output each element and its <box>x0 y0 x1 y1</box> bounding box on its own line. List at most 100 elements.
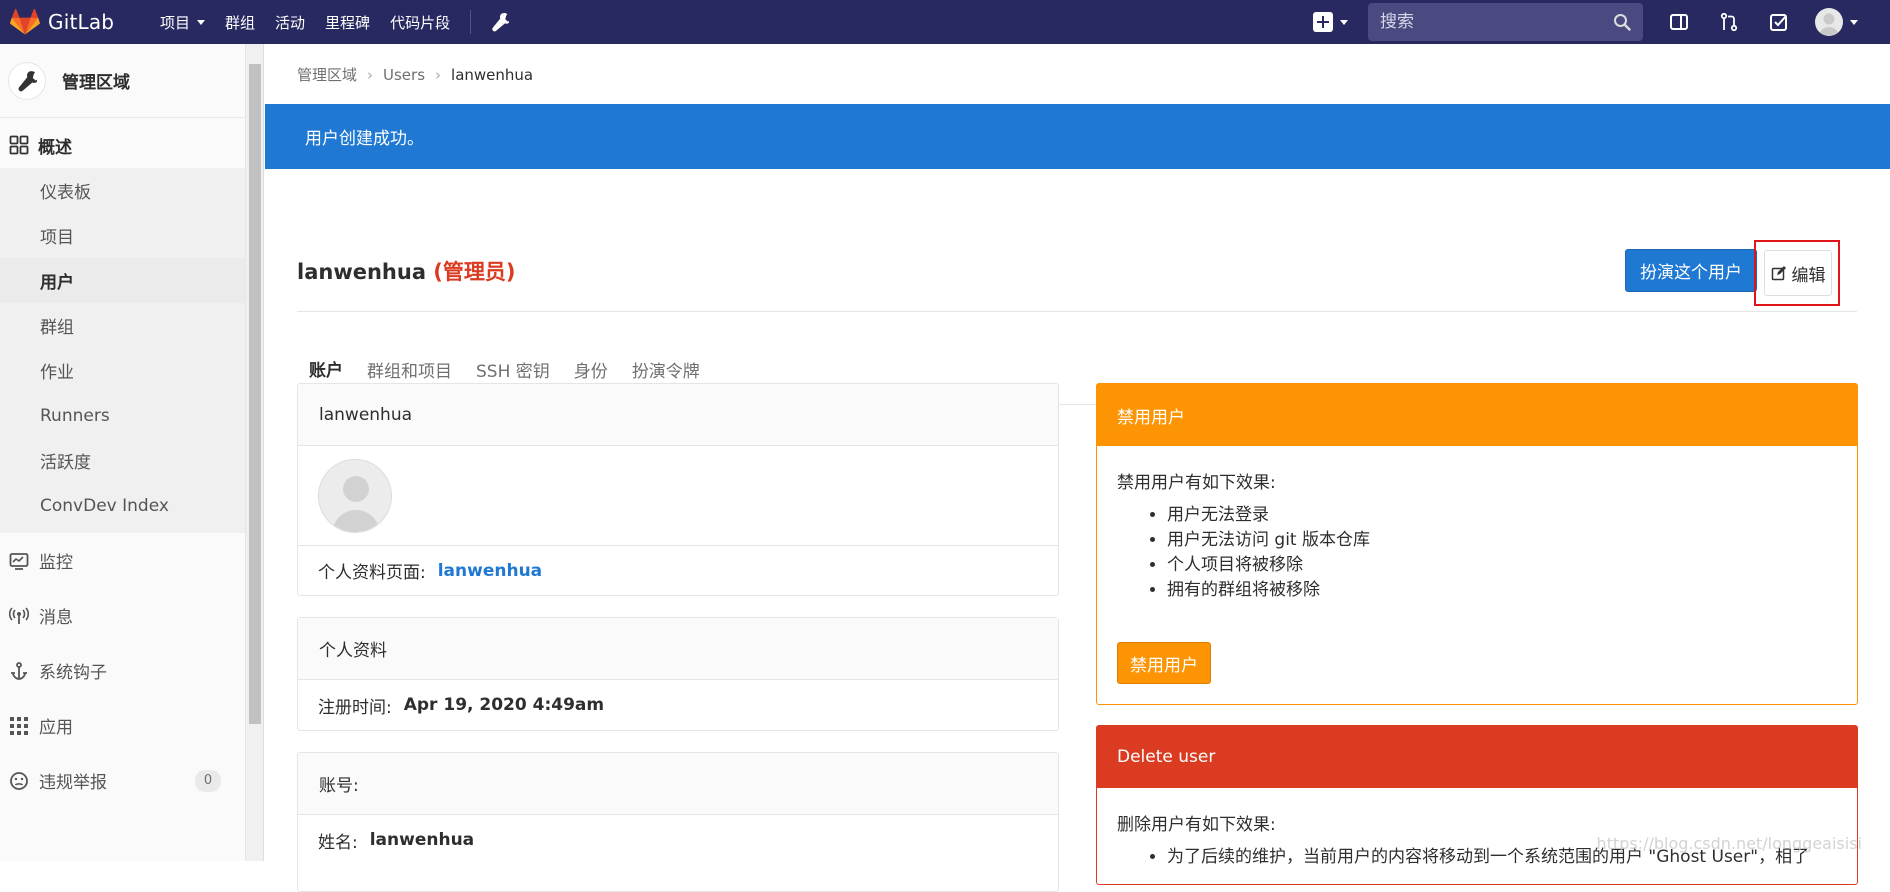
admin-area-link[interactable] <box>481 0 519 44</box>
registered-label: 注册时间: <box>318 697 392 718</box>
admin-role-tag: (管理员) <box>433 260 516 284</box>
profile-page-row: 个人资料页面: lanwenhua <box>298 546 1058 595</box>
page-title: lanwenhua (管理员) <box>297 256 516 286</box>
sidebar-item-messages[interactable]: 消息 <box>0 588 245 643</box>
sidebar-item-monitoring[interactable]: 监控 <box>0 533 245 588</box>
sidebar-sub-activity[interactable]: 活跃度 <box>0 438 245 483</box>
sidebar-header[interactable]: 管理区域 <box>0 44 245 118</box>
full-name-value: lanwenhua <box>369 830 475 850</box>
delete-user-panel-title: Delete user <box>1097 726 1857 788</box>
nav-activity[interactable]: 活动 <box>265 0 315 44</box>
edit-button[interactable]: 编辑 <box>1764 250 1832 296</box>
sidebar-item-abuse-reports[interactable]: 违规举报 0 <box>0 753 245 808</box>
block-user-panel-body: 禁用用户有如下效果: 用户无法登录 用户无法访问 git 版本仓库 个人项目将被… <box>1097 446 1857 625</box>
sidebar-item-messages-label: 消息 <box>39 608 73 628</box>
plus-icon <box>1313 12 1333 32</box>
merge-requests-button[interactable] <box>1715 8 1743 36</box>
search-box[interactable] <box>1368 3 1643 41</box>
user-name-heading: lanwenhua <box>297 260 426 284</box>
new-item-dropdown[interactable] <box>1313 12 1348 32</box>
nav-activity-label: 活动 <box>275 13 306 32</box>
sidebar-sub-projects[interactable]: 项目 <box>0 213 245 258</box>
todos-button[interactable] <box>1765 8 1793 36</box>
nav-groups[interactable]: 群组 <box>215 0 265 44</box>
sidebar-scrollbar-thumb[interactable] <box>249 64 261 724</box>
search-icon <box>1614 14 1631 31</box>
csdn-watermark: https://blog.csdn.net/longgeaisisi <box>1596 834 1863 853</box>
nav-snippets[interactable]: 代码片段 <box>380 0 460 44</box>
profile-card-title: 个人资料 <box>298 618 1058 680</box>
account-info-title: 账号: <box>298 753 1058 815</box>
main-content: 管理区域 › Users › lanwenhua 用户创建成功。 lanwenh… <box>265 44 1890 892</box>
admin-sidebar: 管理区域 概述 仪表板 项目 用户 群组 作业 Runners 活跃度 Conv… <box>0 44 246 861</box>
apps-grid-icon <box>10 716 28 735</box>
search-input[interactable] <box>1380 12 1613 32</box>
sidebar-sub-users[interactable]: 用户 <box>0 258 245 303</box>
profile-card: 个人资料 注册时间: Apr 19, 2020 4:49am <box>297 617 1059 731</box>
full-name-label: 姓名: <box>318 832 358 853</box>
sidebar-item-monitoring-label: 监控 <box>39 553 73 573</box>
chevron-down-icon <box>197 19 206 25</box>
brand-name: GitLab <box>48 10 115 34</box>
delete-user-intro: 删除用户有如下效果: <box>1117 815 1276 835</box>
block-effect-item: 用户无法登录 <box>1167 503 1837 528</box>
sidebar-title: 管理区域 <box>62 73 130 93</box>
block-effect-item: 拥有的群组将被移除 <box>1167 578 1837 603</box>
sidebar-item-overview-label: 概述 <box>38 137 72 158</box>
block-user-panel: 禁用用户 禁用用户有如下效果: 用户无法登录 用户无法访问 git 版本仓库 个… <box>1096 383 1858 705</box>
wrench-icon <box>492 13 510 32</box>
block-effect-item: 用户无法访问 git 版本仓库 <box>1167 528 1837 553</box>
sidebar-scrollbar[interactable] <box>246 44 264 861</box>
sidebar-item-applications-label: 应用 <box>39 718 73 738</box>
registered-value: Apr 19, 2020 4:49am <box>403 695 605 715</box>
breadcrumb-chevron-icon: › <box>367 65 374 84</box>
breadcrumb: 管理区域 › Users › lanwenhua <box>297 64 533 85</box>
nav-divider <box>470 10 472 34</box>
nav-projects[interactable]: 项目 <box>150 0 215 44</box>
sidebar-toggle-button[interactable] <box>1665 8 1693 36</box>
monitor-icon <box>9 552 29 570</box>
broadcast-icon <box>9 606 29 624</box>
sidebar-sub-dashboard[interactable]: 仪表板 <box>0 168 245 213</box>
account-avatar-row <box>298 446 1058 546</box>
sidebar-item-applications[interactable]: 应用 <box>0 698 245 753</box>
sidebar-sub-groups[interactable]: 群组 <box>0 303 245 348</box>
delete-user-panel: Delete user 删除用户有如下效果: 为了后续的维护，当前用户的内容将移… <box>1096 725 1858 885</box>
sidebar-toggle-icon <box>1670 14 1688 30</box>
user-title-row: lanwenhua (管理员) 扮演这个用户 编辑 <box>297 210 1857 312</box>
sidebar-sub-convdev-index[interactable]: ConvDev Index <box>0 483 245 528</box>
breadcrumb-current-user[interactable]: lanwenhua <box>451 66 533 84</box>
account-card: lanwenhua 个人资料页面: lanwenhua <box>297 383 1059 596</box>
user-menu[interactable] <box>1815 8 1858 36</box>
hook-anchor-icon <box>11 661 27 680</box>
gitlab-home-link[interactable]: GitLab <box>0 0 140 44</box>
gitlab-logo-icon <box>10 8 40 35</box>
impersonate-button[interactable]: 扮演这个用户 <box>1625 249 1757 292</box>
sidebar-sub-runners[interactable]: Runners <box>0 393 245 438</box>
top-navbar: GitLab 项目 群组 活动 里程碑 代码片段 <box>0 0 1890 44</box>
wrench-icon <box>8 61 46 100</box>
registered-row: 注册时间: Apr 19, 2020 4:49am <box>298 680 1058 730</box>
todo-check-icon <box>1770 14 1787 31</box>
abuse-count-badge: 0 <box>195 769 221 792</box>
nav-groups-label: 群组 <box>225 13 256 32</box>
block-user-button[interactable]: 禁用用户 <box>1117 642 1211 684</box>
breadcrumb-users[interactable]: Users <box>383 66 425 84</box>
account-card-username: lanwenhua <box>298 384 1058 446</box>
sidebar-item-system-hooks[interactable]: 系统钩子 <box>0 643 245 698</box>
chevron-down-icon <box>1850 19 1858 25</box>
sidebar-sub-jobs[interactable]: 作业 <box>0 348 245 393</box>
sidebar-item-overview[interactable]: 概述 <box>0 122 245 168</box>
nav-milestones-label: 里程碑 <box>325 13 371 32</box>
flash-notice: 用户创建成功。 <box>265 104 1890 169</box>
profile-page-label: 个人资料页面: <box>318 563 426 583</box>
breadcrumb-admin-area[interactable]: 管理区域 <box>297 64 357 85</box>
profile-page-link[interactable]: lanwenhua <box>438 561 542 581</box>
edit-highlight-frame: 编辑 <box>1754 240 1840 306</box>
sidebar-item-system-hooks-label: 系统钩子 <box>39 663 107 683</box>
overview-submenu: 仪表板 项目 用户 群组 作业 Runners 活跃度 ConvDev Inde… <box>0 168 245 533</box>
user-avatar <box>318 458 392 533</box>
nav-projects-label: 项目 <box>160 13 191 32</box>
nav-milestones[interactable]: 里程碑 <box>315 0 380 44</box>
flash-notice-text: 用户创建成功。 <box>305 129 424 149</box>
